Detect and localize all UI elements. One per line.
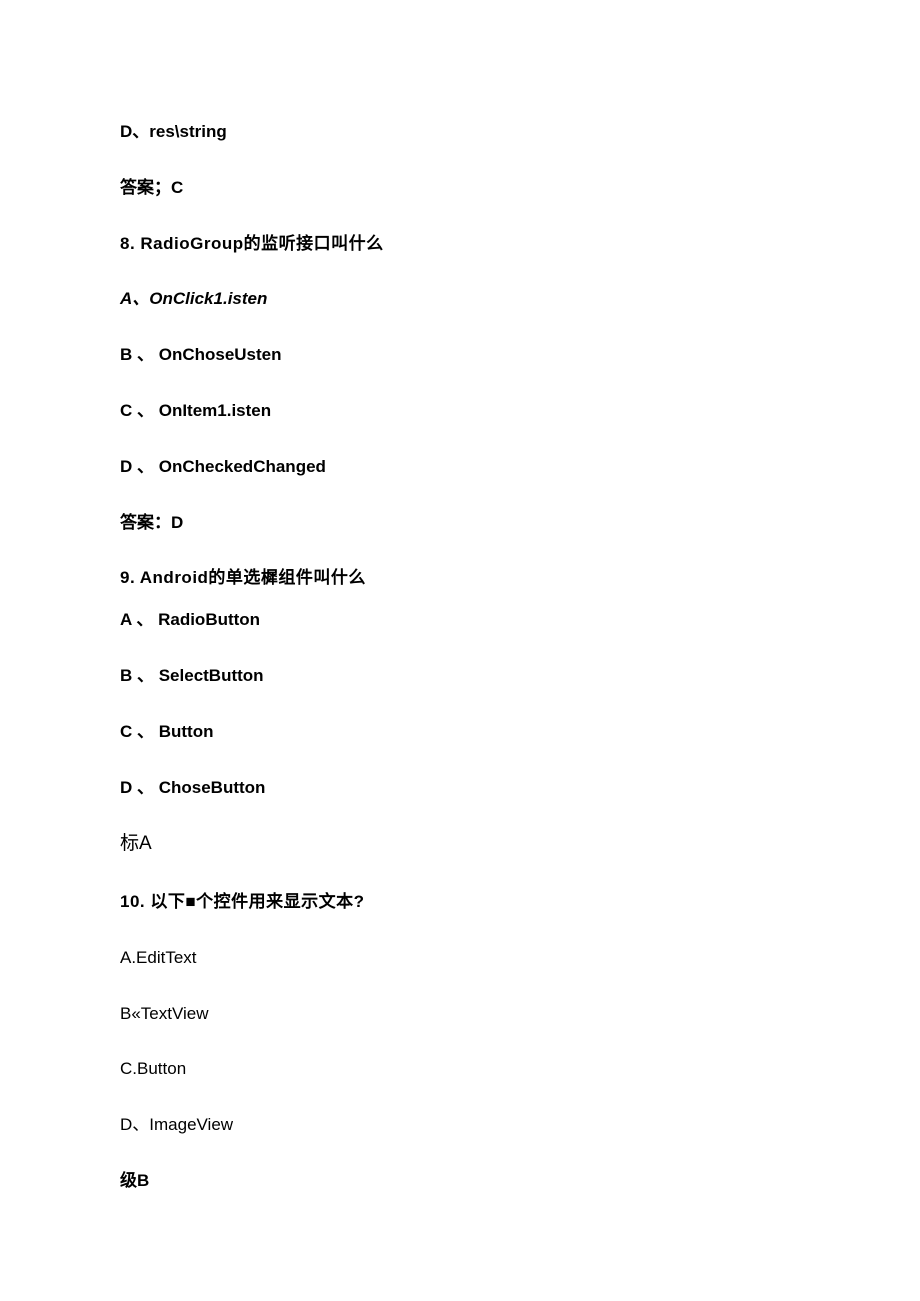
q10-option-b: B«TextView (120, 1002, 800, 1026)
question-8: 8. RadioGroup的监听接口叫什么 (120, 232, 800, 256)
q9-option-a: A 、 RadioButton (120, 608, 800, 632)
answer-d: 答案：D (120, 511, 800, 535)
q10-option-d: D、ImageView (120, 1113, 800, 1137)
q10-option-a: A.EditText (120, 946, 800, 970)
answer-b-label: 级B (120, 1169, 800, 1193)
document-page: D、res\string 答案；C 8. RadioGroup的监听接口叫什么 … (0, 0, 920, 1285)
q10-option-c: C.Button (120, 1057, 800, 1081)
question-10: 10. 以下■个控件用来显示文本? (120, 890, 800, 914)
option-d-res-string: D、res\string (120, 120, 800, 144)
q8-option-b: B 、 OnChoseUsten (120, 343, 800, 367)
q9-option-b: B 、 SelectButton (120, 664, 800, 688)
q8-option-c: C 、 OnItem1.isten (120, 399, 800, 423)
q9-option-c: C 、 Button (120, 720, 800, 744)
question-9: 9. Android的单选樨组件叫什么 (120, 566, 800, 590)
answer-c: 答案；C (120, 176, 800, 200)
q8-option-d: D 、 OnCheckedChanged (120, 455, 800, 479)
q8-option-a: A、OnClick1.isten (120, 287, 800, 311)
answer-a-label: 标A (120, 831, 800, 858)
q9-option-d: D 、 ChoseButton (120, 776, 800, 800)
